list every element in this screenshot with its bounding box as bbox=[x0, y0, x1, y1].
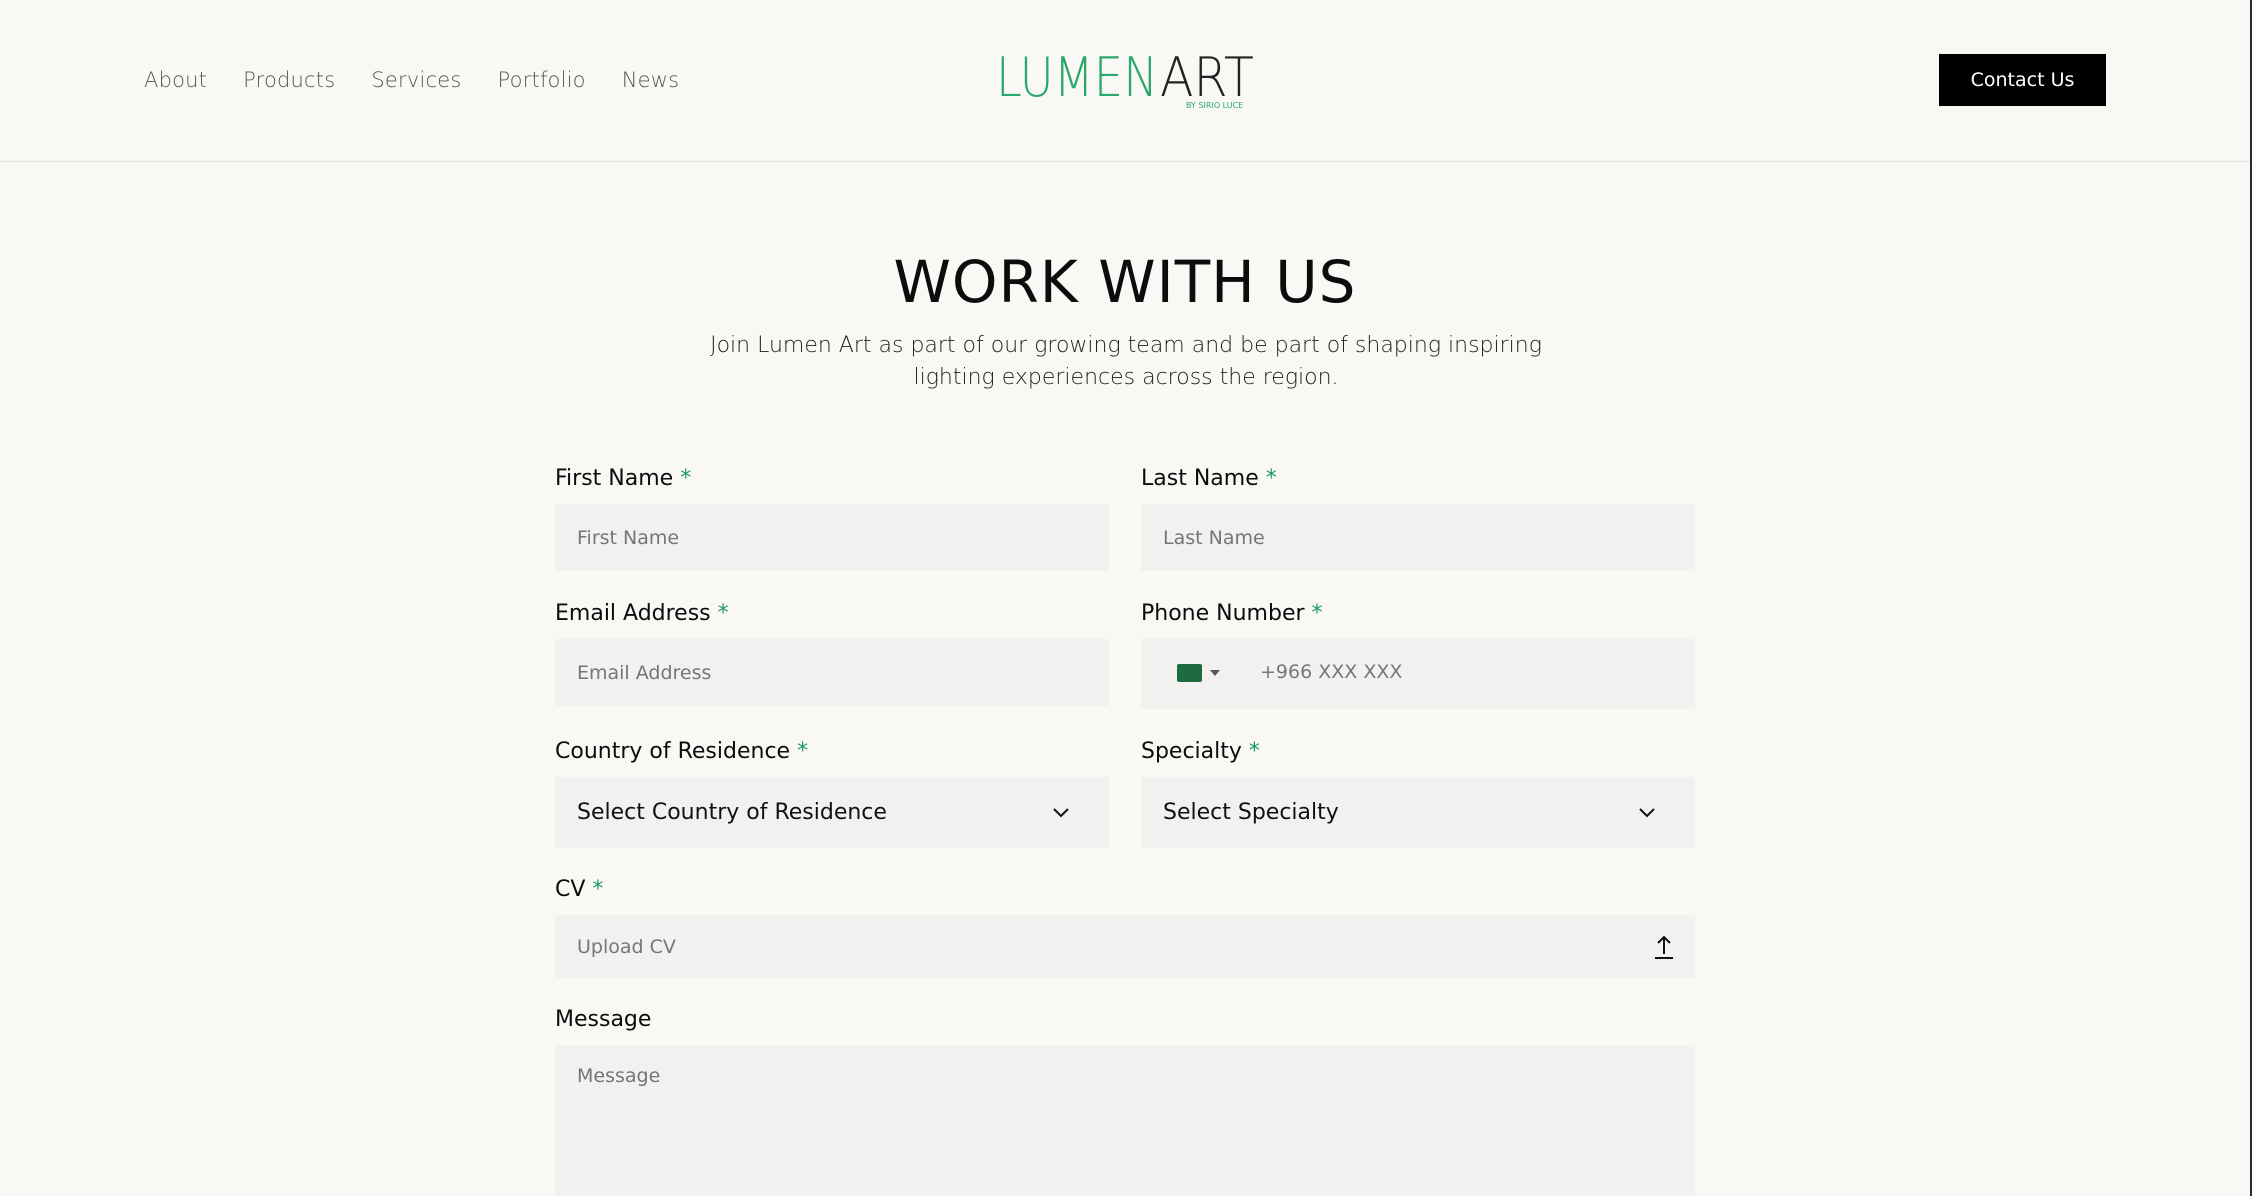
required-mark: * bbox=[797, 739, 809, 764]
upload-icon[interactable] bbox=[1653, 934, 1675, 960]
message-textarea[interactable] bbox=[555, 1045, 1695, 1196]
nav-products-link[interactable]: Products bbox=[243, 68, 335, 92]
first-name-input[interactable] bbox=[555, 504, 1109, 571]
last-name-label-text: Last Name bbox=[1141, 466, 1259, 491]
chevron-down-icon bbox=[1639, 807, 1655, 817]
contact-us-button[interactable]: Contact Us bbox=[1939, 54, 2106, 106]
page-title: WORK WITH US bbox=[893, 248, 1357, 316]
specialty-label-text: Specialty bbox=[1141, 739, 1242, 764]
message-label-text: Message bbox=[555, 1007, 652, 1032]
last-name-input[interactable] bbox=[1141, 504, 1695, 571]
specialty-label: Specialty * bbox=[1141, 739, 1260, 764]
page: About Products Services Portfolio News L… bbox=[0, 0, 2252, 1196]
required-mark: * bbox=[717, 601, 729, 626]
cv-label: CV * bbox=[555, 877, 603, 902]
phone-field: +966 XXX XXX bbox=[1141, 639, 1695, 709]
cv-label-text: CV bbox=[555, 877, 586, 902]
phone-label-text: Phone Number bbox=[1141, 601, 1305, 626]
nav-services-link[interactable]: Services bbox=[371, 68, 461, 92]
nav-portfolio-link[interactable]: Portfolio bbox=[498, 68, 586, 92]
nav-about-link[interactable]: About bbox=[144, 68, 207, 92]
required-mark: * bbox=[1265, 466, 1277, 491]
cv-upload-field[interactable]: Upload CV bbox=[555, 915, 1695, 978]
page-subtitle: Join Lumen Art as part of our growing te… bbox=[710, 333, 1542, 390]
country-code-dropdown-icon[interactable] bbox=[1210, 670, 1220, 676]
message-label: Message bbox=[555, 1007, 651, 1032]
country-select[interactable]: Select Country of Residence bbox=[555, 777, 1109, 848]
specialty-select[interactable]: Select Specialty bbox=[1141, 777, 1695, 848]
required-mark: * bbox=[592, 877, 604, 902]
country-select-value: Select Country of Residence bbox=[577, 800, 887, 825]
cv-upload-placeholder: Upload CV bbox=[577, 935, 676, 958]
phone-input[interactable]: +966 XXX XXX bbox=[1260, 661, 1402, 683]
specialty-select-value: Select Specialty bbox=[1163, 800, 1339, 825]
saudi-arabia-flag-icon[interactable] bbox=[1177, 664, 1202, 682]
last-name-label: Last Name * bbox=[1141, 466, 1277, 491]
email-label: Email Address * bbox=[555, 601, 729, 626]
country-label: Country of Residence * bbox=[555, 739, 808, 764]
logo-lumen-text: LUMEN bbox=[996, 50, 1158, 109]
logo-sub-text: BY SIRIO LUCE bbox=[1186, 101, 1243, 110]
nav-news-link[interactable]: News bbox=[622, 68, 680, 92]
first-name-label: First Name * bbox=[555, 466, 691, 491]
phone-label: Phone Number * bbox=[1141, 601, 1323, 626]
lumen-art-logo[interactable]: LUMEN ART BY SIRIO LUCE bbox=[996, 46, 1256, 110]
email-label-text: Email Address bbox=[555, 601, 711, 626]
country-label-text: Country of Residence bbox=[555, 739, 791, 764]
required-mark: * bbox=[1311, 601, 1323, 626]
email-input[interactable] bbox=[555, 639, 1109, 706]
main-nav: About Products Services Portfolio News bbox=[144, 68, 715, 92]
first-name-label-text: First Name bbox=[555, 466, 674, 491]
required-mark: * bbox=[1248, 739, 1260, 764]
required-mark: * bbox=[680, 466, 692, 491]
chevron-down-icon bbox=[1053, 807, 1069, 817]
site-header: About Products Services Portfolio News L… bbox=[0, 0, 2250, 162]
